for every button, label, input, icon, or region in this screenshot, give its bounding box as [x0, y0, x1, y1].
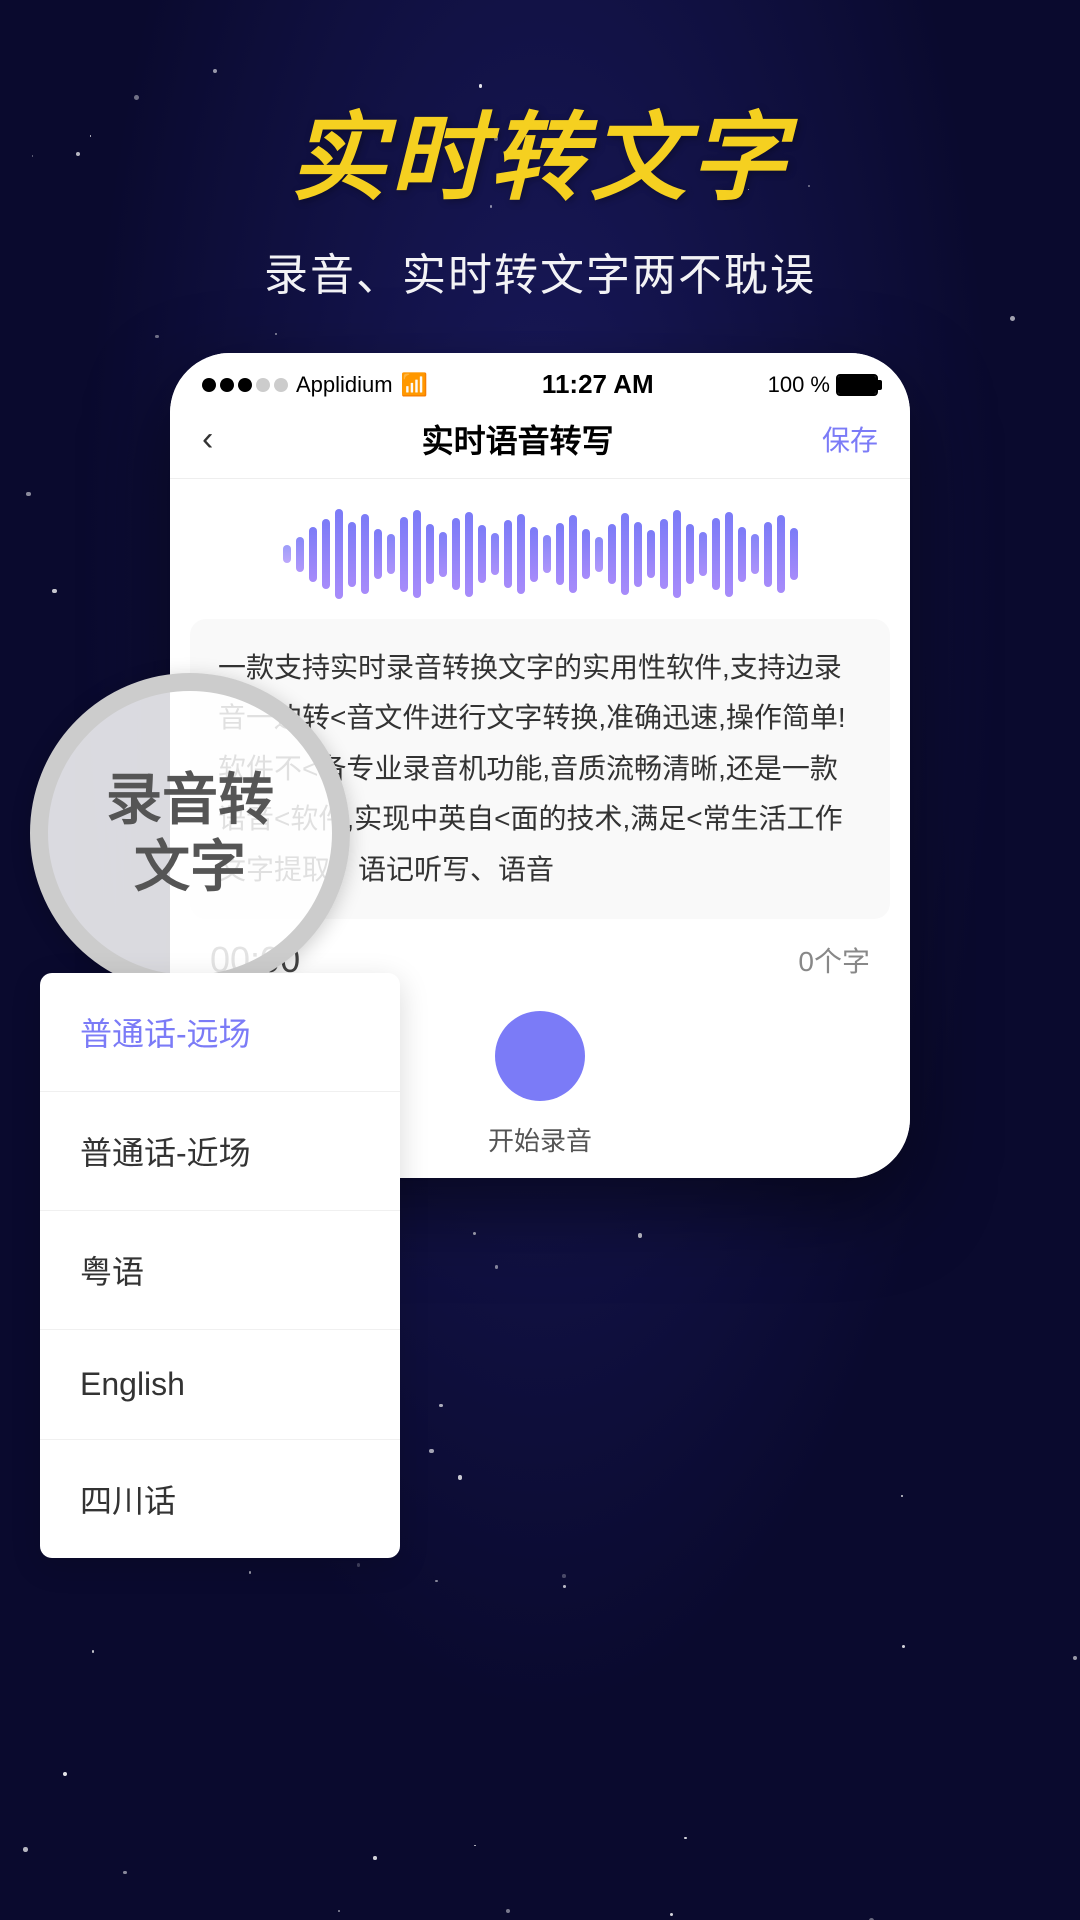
battery-icon: [836, 374, 878, 396]
wifi-icon: 📶: [401, 372, 428, 398]
nav-title: 实时语音转写: [422, 416, 614, 462]
dropdown-item-0[interactable]: 普通话-远场: [40, 973, 400, 1092]
battery-container: [836, 374, 878, 396]
wave-bar: [699, 532, 707, 576]
wave-bar: [335, 509, 343, 599]
wave-bar: [400, 517, 408, 592]
signal-dot-1: [202, 378, 216, 392]
wave-bar: [530, 527, 538, 582]
wave-bar: [361, 514, 369, 594]
wave-bar: [673, 510, 681, 598]
wave-bar: [413, 510, 421, 598]
wave-bar: [751, 534, 759, 574]
wave-bar: [387, 534, 395, 574]
wave-bar: [283, 545, 291, 563]
battery-fill: [838, 376, 876, 394]
language-dropdown: 普通话-远场普通话-近场粤语English四川话: [40, 973, 400, 1558]
signal-dot-5: [274, 378, 288, 392]
dropdown-item-2[interactable]: 粤语: [40, 1211, 400, 1330]
word-count: 0个字: [798, 940, 870, 980]
wave-bar: [478, 525, 486, 583]
signal-dots: [202, 378, 288, 392]
wave-bar: [608, 524, 616, 584]
wave-bar: [465, 512, 473, 597]
wave-bar: [595, 537, 603, 572]
back-button[interactable]: ‹: [202, 420, 213, 459]
phone-container: Applidium 📶 11:27 AM 100 % ‹ 实时语音转写 保存: [0, 353, 1080, 1178]
signal-dot-3: [238, 378, 252, 392]
wave-bar: [790, 528, 798, 580]
wave-bar: [543, 535, 551, 573]
wave-bar: [322, 519, 330, 589]
wave-bar: [647, 530, 655, 578]
wave-bar: [725, 512, 733, 597]
sub-title: 录音、实时转文字两不耽误: [0, 239, 1080, 303]
wave-bar: [764, 522, 772, 587]
top-section: 实时转文字 录音、实时转文字两不耽误: [0, 0, 1080, 303]
wave-bar: [621, 513, 629, 595]
status-left: Applidium 📶: [202, 372, 428, 398]
signal-dot-2: [220, 378, 234, 392]
save-button[interactable]: 保存: [822, 419, 878, 459]
signal-dot-4: [256, 378, 270, 392]
wave-bar: [504, 520, 512, 588]
wave-bar: [439, 532, 447, 577]
dropdown-item-1[interactable]: 普通话-近场: [40, 1092, 400, 1211]
wave-bar: [660, 519, 668, 589]
magnifier-text: 录音转文字: [106, 766, 274, 900]
main-title: 实时转文字: [0, 80, 1080, 219]
dropdown-item-4[interactable]: 四川话: [40, 1440, 400, 1558]
record-button[interactable]: [495, 1011, 585, 1101]
wave-bar: [348, 522, 356, 587]
wave-bar: [634, 522, 642, 587]
status-time: 11:27 AM: [542, 369, 654, 400]
nav-bar: ‹ 实时语音转写 保存: [170, 408, 910, 479]
status-right: 100 %: [768, 372, 878, 398]
wave-bar: [686, 524, 694, 584]
carrier-label: Applidium: [296, 372, 393, 398]
status-bar: Applidium 📶 11:27 AM 100 %: [170, 353, 910, 408]
wave-bar: [569, 515, 577, 593]
wave-bar: [374, 529, 382, 579]
wave-bar: [712, 518, 720, 590]
wave-bar: [452, 518, 460, 590]
wave-bar: [309, 527, 317, 582]
waveform-area: [170, 479, 910, 619]
wave-bar: [556, 523, 564, 585]
wave-bar: [491, 533, 499, 575]
wave-bar: [517, 514, 525, 594]
battery-percent: 100 %: [768, 372, 830, 398]
wave-bar: [426, 524, 434, 584]
wave-bar: [777, 515, 785, 593]
dropdown-item-3[interactable]: English: [40, 1330, 400, 1440]
wave-bar: [582, 529, 590, 579]
magnifier-overlay: 录音转文字: [30, 673, 350, 993]
wave-bar: [738, 527, 746, 582]
wave-bar: [296, 537, 304, 572]
